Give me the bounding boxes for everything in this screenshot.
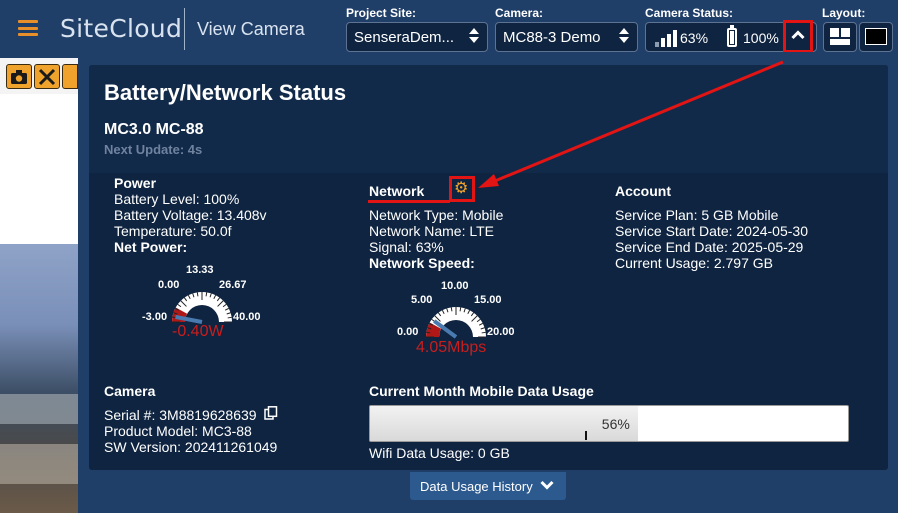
network-speed-gauge-tick-label: 20.00 xyxy=(487,326,515,338)
data-usage-fill xyxy=(370,406,638,441)
service-end-date: Service End Date: 2025-05-29 xyxy=(615,239,804,255)
usage-tick-mark xyxy=(585,431,587,440)
network-speed-gauge-tick xyxy=(481,331,486,334)
network-speed-gauge-tick-label: 10.00 xyxy=(441,280,469,292)
data-usage-progress-bar: 56% xyxy=(369,405,849,442)
service-start-date: Service Start Date: 2024-05-30 xyxy=(615,223,808,239)
camera-heading: Camera xyxy=(104,383,156,399)
network-speed-gauge-value: 4.05Mbps xyxy=(416,339,487,356)
wifi-data-usage: Wifi Data Usage: 0 GB xyxy=(369,445,510,461)
data-usage-history-button[interactable]: Data Usage History xyxy=(410,472,566,500)
product-model: Product Model: MC3-88 xyxy=(104,423,252,439)
network-speed-gauge-tick-label: 5.00 xyxy=(411,294,433,306)
data-usage-history-label: Data Usage History xyxy=(420,479,533,494)
copy-icon[interactable] xyxy=(264,406,278,420)
account-heading: Account xyxy=(615,183,671,199)
data-usage-heading: Current Month Mobile Data Usage xyxy=(369,383,594,399)
sw-version: SW Version: 202411261049 xyxy=(104,439,278,455)
network-speed-gauge-tick-label: 0.00 xyxy=(397,326,419,338)
network-speed-gauge-tick xyxy=(426,331,431,334)
current-usage: Current Usage: 2.797 GB xyxy=(615,255,773,271)
data-usage-percent: 56% xyxy=(601,416,630,432)
network-speed-gauge-tick xyxy=(450,307,453,312)
network-speed-gauge-tick-label: 15.00 xyxy=(474,294,502,306)
network-speed-gauge-tick xyxy=(459,307,462,312)
chevron-down-icon xyxy=(540,480,554,490)
service-plan: Service Plan: 5 GB Mobile xyxy=(615,207,779,223)
serial-number: Serial #: 3M8819628639 xyxy=(104,407,257,423)
